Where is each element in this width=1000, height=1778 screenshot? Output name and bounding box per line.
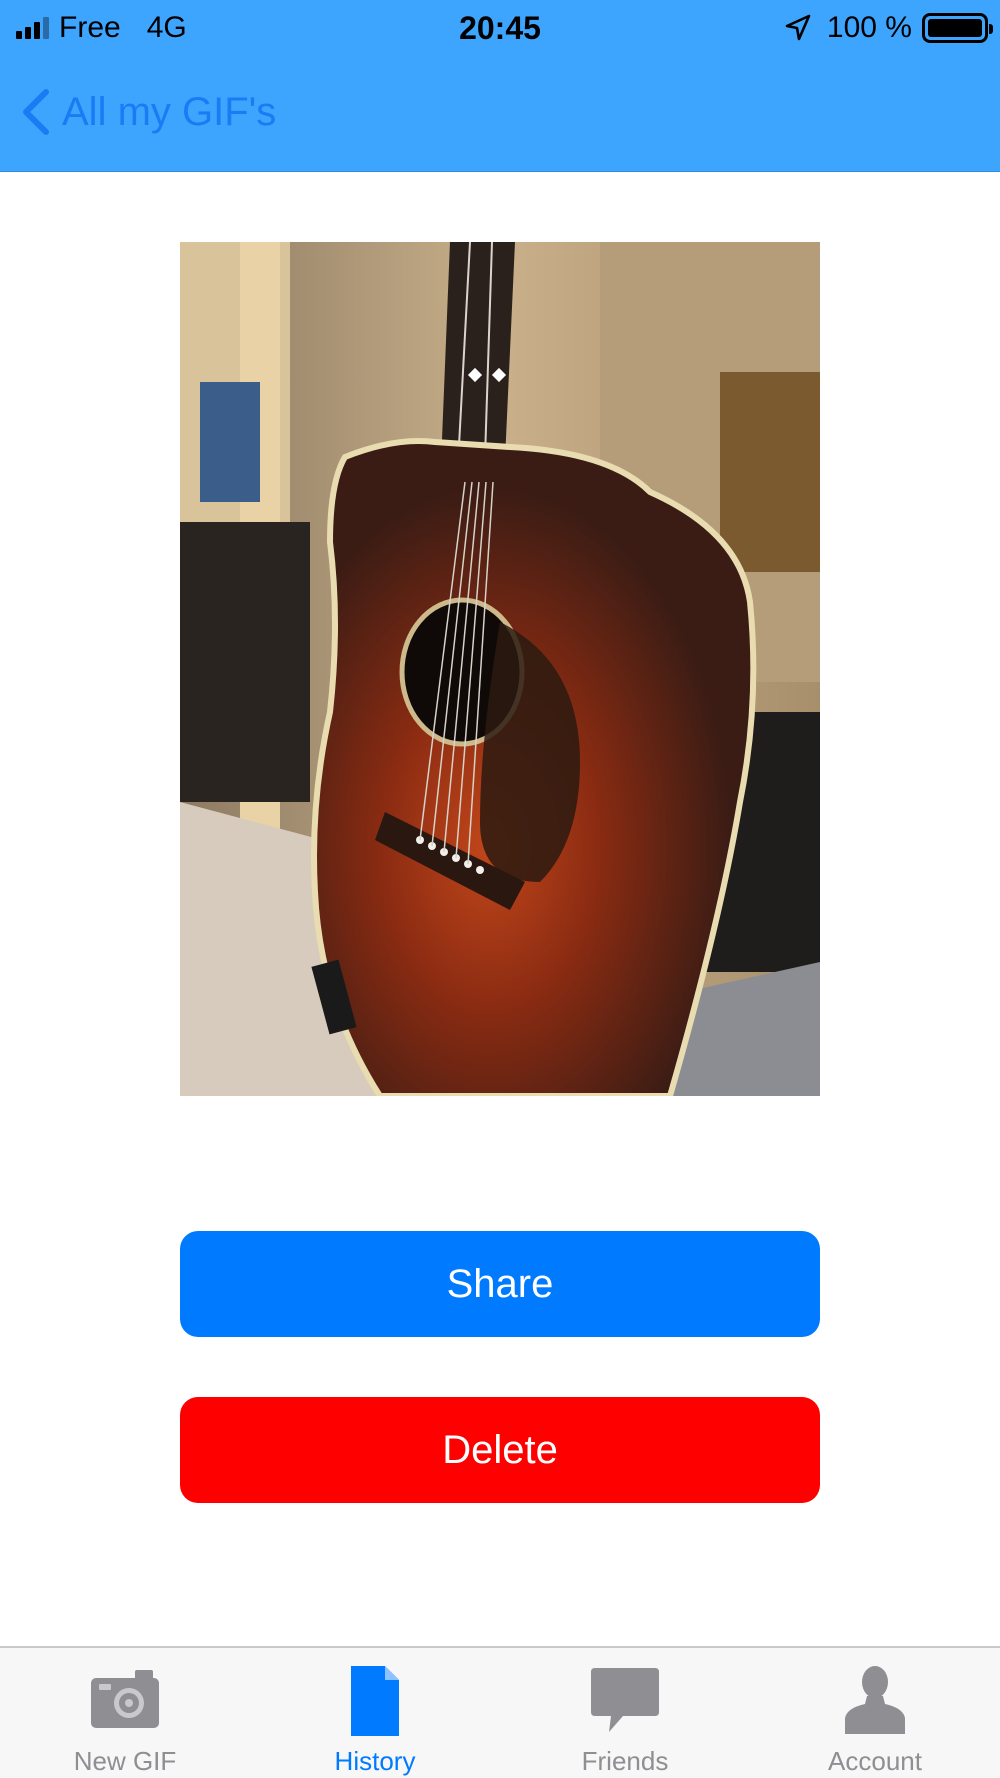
navigation-bar: All my GIF's (0, 56, 1000, 172)
tab-bar: New GIF History Friends Account (0, 1646, 1000, 1778)
tab-friends[interactable]: Friends (500, 1648, 750, 1778)
status-right: 100 % (783, 8, 993, 48)
guitar-photo (180, 242, 820, 1096)
battery-percent: 100 % (826, 11, 912, 44)
camera-icon (91, 1670, 159, 1728)
chat-bubble-icon (591, 1668, 659, 1732)
back-button-label: All my GIF's (62, 89, 277, 134)
document-icon (351, 1666, 399, 1736)
chevron-left-icon (23, 89, 49, 135)
delete-button[interactable]: Delete (180, 1397, 820, 1503)
back-button[interactable]: All my GIF's (16, 84, 276, 140)
person-icon (845, 1666, 905, 1734)
tab-label: Account (828, 1746, 922, 1776)
tab-history[interactable]: History (250, 1648, 500, 1778)
location-arrow-icon (785, 14, 811, 41)
tab-label: Friends (581, 1746, 669, 1776)
share-button[interactable]: Share (180, 1231, 820, 1337)
battery-icon (922, 13, 993, 43)
status-bar: Free 4G 20:45 100 % (0, 0, 1000, 56)
tab-label: History (334, 1746, 416, 1776)
tab-account[interactable]: Account (750, 1648, 1000, 1778)
tab-label: New GIF (73, 1746, 177, 1776)
gif-preview-image (180, 242, 820, 1096)
tab-new-gif[interactable]: New GIF (0, 1648, 250, 1778)
